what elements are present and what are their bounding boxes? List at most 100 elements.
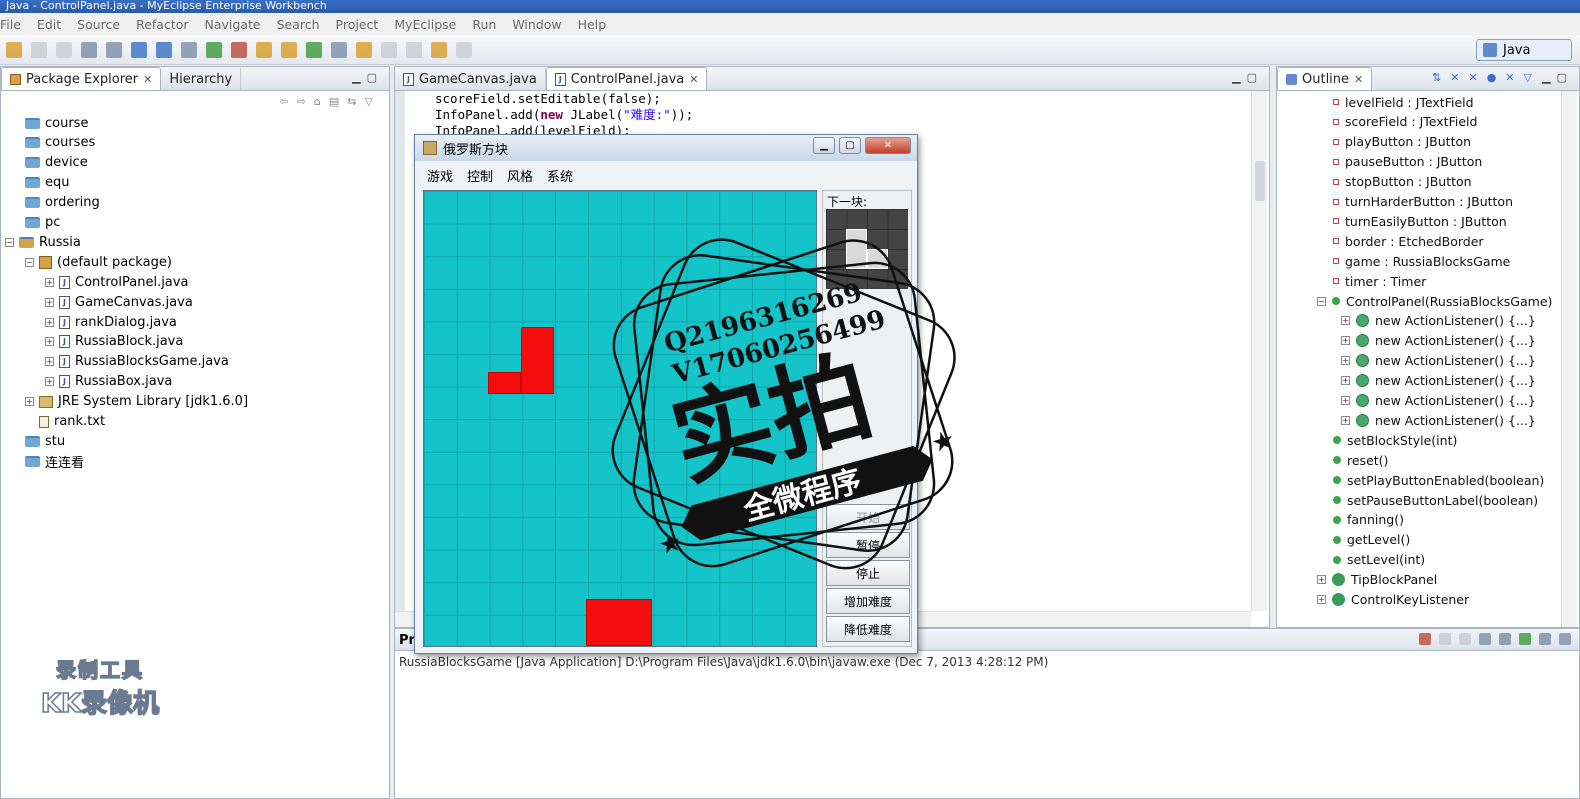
view-controls[interactable]: ▁▢ [1542, 71, 1573, 84]
open-folder-icon[interactable] [356, 41, 372, 58]
game-board[interactable] [423, 190, 817, 647]
menu-navigate[interactable]: Navigate [205, 17, 261, 32]
outline-item[interactable]: reset() [1333, 450, 1388, 470]
pause-button[interactable]: 暂停 [826, 532, 910, 558]
outline-item[interactable]: turnEasilyButton : JButton [1333, 211, 1507, 231]
menu-source[interactable]: Source [77, 17, 120, 32]
menu-window[interactable]: Window [512, 17, 561, 32]
save-icon[interactable] [31, 41, 47, 58]
perspective-switcher[interactable]: Java [1476, 39, 1572, 61]
close-button[interactable]: ✕ [865, 137, 911, 154]
expand-icon[interactable]: + [1341, 396, 1350, 405]
outline-item[interactable]: playButton : JButton [1333, 132, 1471, 152]
server-icon[interactable] [131, 41, 147, 58]
external-tools-icon[interactable] [231, 41, 247, 58]
back-icon[interactable] [431, 41, 447, 58]
remove-launch-icon[interactable] [1439, 633, 1451, 645]
debug-icon[interactable] [181, 41, 197, 58]
outline-item[interactable]: game : RussiaBlocksGame [1333, 251, 1510, 271]
expand-icon[interactable]: + [1341, 336, 1350, 346]
tree-item[interactable]: course [11, 113, 88, 133]
tree-item[interactable]: + J ControlPanel.java [45, 272, 188, 292]
outline-scrollbar[interactable] [1561, 91, 1577, 627]
menu-game[interactable]: 游戏 [427, 166, 453, 185]
expand-icon[interactable]: + [45, 357, 54, 367]
open-console-icon[interactable] [1559, 633, 1571, 645]
deploy-icon[interactable] [106, 41, 122, 58]
outline-item[interactable]: setPauseButtonLabel(boolean) [1333, 490, 1538, 510]
menu-system[interactable]: 系统 [547, 166, 573, 185]
outline-item[interactable]: turnHarderButton : JButton [1333, 192, 1513, 212]
menu-run[interactable]: Run [472, 17, 496, 32]
menu-style[interactable]: 风格 [507, 166, 533, 185]
tree-item[interactable]: 连连看 [11, 451, 84, 471]
expand-icon[interactable]: + [25, 397, 34, 407]
explorer-nav-icons[interactable]: ⇦⇨⌂▤⇆▽ [280, 95, 382, 108]
new-icon[interactable] [6, 41, 22, 58]
outline-item[interactable]: setLevel(int) [1333, 550, 1425, 570]
close-icon[interactable]: ✕ [1354, 73, 1363, 86]
collapse-icon[interactable]: − [5, 237, 14, 247]
expand-icon[interactable]: + [1341, 376, 1350, 386]
menu-control[interactable]: 控制 [467, 166, 493, 185]
outline-item[interactable]: border : EtchedBorder [1333, 231, 1484, 251]
menu-edit[interactable]: Edit [37, 17, 61, 32]
outline-item[interactable]: + new ActionListener() {...} [1341, 311, 1536, 331]
outline-item[interactable]: + ControlKeyListener [1317, 590, 1469, 610]
tree-item[interactable]: − Russia [5, 232, 81, 252]
outline-item[interactable]: fanning() [1333, 510, 1404, 530]
tab-package-explorer[interactable]: Package Explorer ✕ [1, 67, 162, 90]
browser-icon[interactable] [156, 41, 172, 58]
expand-icon[interactable]: + [1341, 356, 1350, 366]
tree-item[interactable]: + J RussiaBox.java [45, 372, 172, 392]
outline-item[interactable]: getLevel() [1333, 530, 1410, 550]
terminate-icon[interactable] [1419, 633, 1431, 645]
outline-item[interactable]: levelField : JTextField [1333, 92, 1474, 112]
refresh-icon[interactable] [306, 41, 322, 58]
tree-item[interactable]: − (default package) [25, 252, 172, 272]
stop-button[interactable]: 停止 [826, 560, 910, 586]
run-icon[interactable] [206, 41, 222, 58]
outline-item[interactable]: + new ActionListener() {...} [1341, 331, 1536, 351]
tree-item[interactable]: stu [11, 431, 65, 451]
tree-item[interactable]: ordering [11, 193, 100, 213]
tree-item[interactable]: rank.txt [25, 412, 105, 432]
scroll-thumb[interactable] [1255, 161, 1265, 201]
menu-help[interactable]: Help [578, 17, 607, 32]
edit-icon[interactable] [381, 41, 397, 58]
outline-item[interactable]: − ControlPanel(RussiaBlocksGame) [1317, 291, 1552, 311]
code-area[interactable]: scoreField.setEditable(false); InfoPanel… [435, 91, 1249, 139]
outline-item[interactable]: + new ActionListener() {...} [1341, 351, 1536, 371]
outline-item[interactable]: timer : Timer [1333, 271, 1426, 291]
outline-item[interactable]: setPlayButtonEnabled(boolean) [1333, 470, 1544, 490]
tab-gamecanvas-java[interactable]: J GameCanvas.java [395, 68, 546, 90]
menu-refactor[interactable]: Refactor [136, 17, 188, 32]
build-icon[interactable] [81, 41, 97, 58]
tab-hierarchy[interactable]: Hierarchy [161, 68, 242, 90]
outline-item[interactable]: pauseButton : JButton [1333, 152, 1482, 172]
expand-icon[interactable]: + [45, 377, 54, 387]
collapse-icon[interactable]: − [1317, 296, 1326, 306]
tree-item[interactable]: + J GameCanvas.java [45, 292, 193, 312]
remove-all-icon[interactable] [1459, 633, 1471, 645]
menu-myeclipse[interactable]: MyEclipse [394, 17, 456, 32]
view-controls[interactable]: ▁▢ [1232, 71, 1263, 84]
view-controls[interactable]: ▁▢ [352, 71, 383, 84]
outline-item[interactable]: setBlockStyle(int) [1333, 430, 1457, 450]
expand-icon[interactable]: + [1341, 316, 1350, 326]
menu-search[interactable]: Search [277, 17, 320, 32]
expand-icon[interactable]: + [45, 277, 54, 287]
expand-icon[interactable]: + [45, 297, 54, 307]
expand-icon[interactable]: + [1317, 595, 1326, 604]
tree-item[interactable]: + J RussiaBlock.java [45, 332, 183, 352]
outline-filter-icons[interactable]: ⇅✕✕●✕▽ [1432, 71, 1541, 84]
annotation-icon[interactable] [406, 41, 422, 58]
tree-item[interactable]: + JrankDialog.java [45, 312, 177, 332]
tab-outline[interactable]: Outline ✕ [1277, 67, 1373, 90]
outline-item[interactable]: stopButton : JButton [1333, 172, 1472, 192]
tree-item[interactable]: courses [11, 133, 95, 153]
open-type-icon[interactable] [281, 41, 297, 58]
menu-file[interactable]: File [0, 17, 21, 32]
display-console-icon[interactable] [1539, 633, 1551, 645]
editor-vertical-scrollbar[interactable] [1251, 91, 1267, 611]
